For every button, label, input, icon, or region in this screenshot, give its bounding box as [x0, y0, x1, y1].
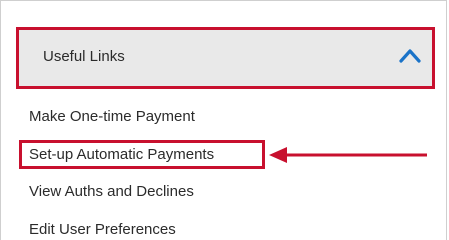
- link-set-up-automatic-payments[interactable]: Set-up Automatic Payments: [29, 146, 214, 164]
- chevron-up-icon[interactable]: [399, 47, 421, 63]
- panel-title: Useful Links: [43, 48, 125, 65]
- arrow-left-icon: [269, 147, 427, 163]
- link-make-one-time-payment[interactable]: Make One-time Payment: [29, 108, 195, 126]
- link-view-auths-and-declines[interactable]: View Auths and Declines: [29, 183, 194, 201]
- link-edit-user-preferences[interactable]: Edit User Preferences: [29, 221, 176, 239]
- useful-links-header[interactable]: Useful Links: [16, 27, 435, 89]
- useful-links-panel: Useful Links Make One-time Payment Set-u…: [0, 0, 447, 240]
